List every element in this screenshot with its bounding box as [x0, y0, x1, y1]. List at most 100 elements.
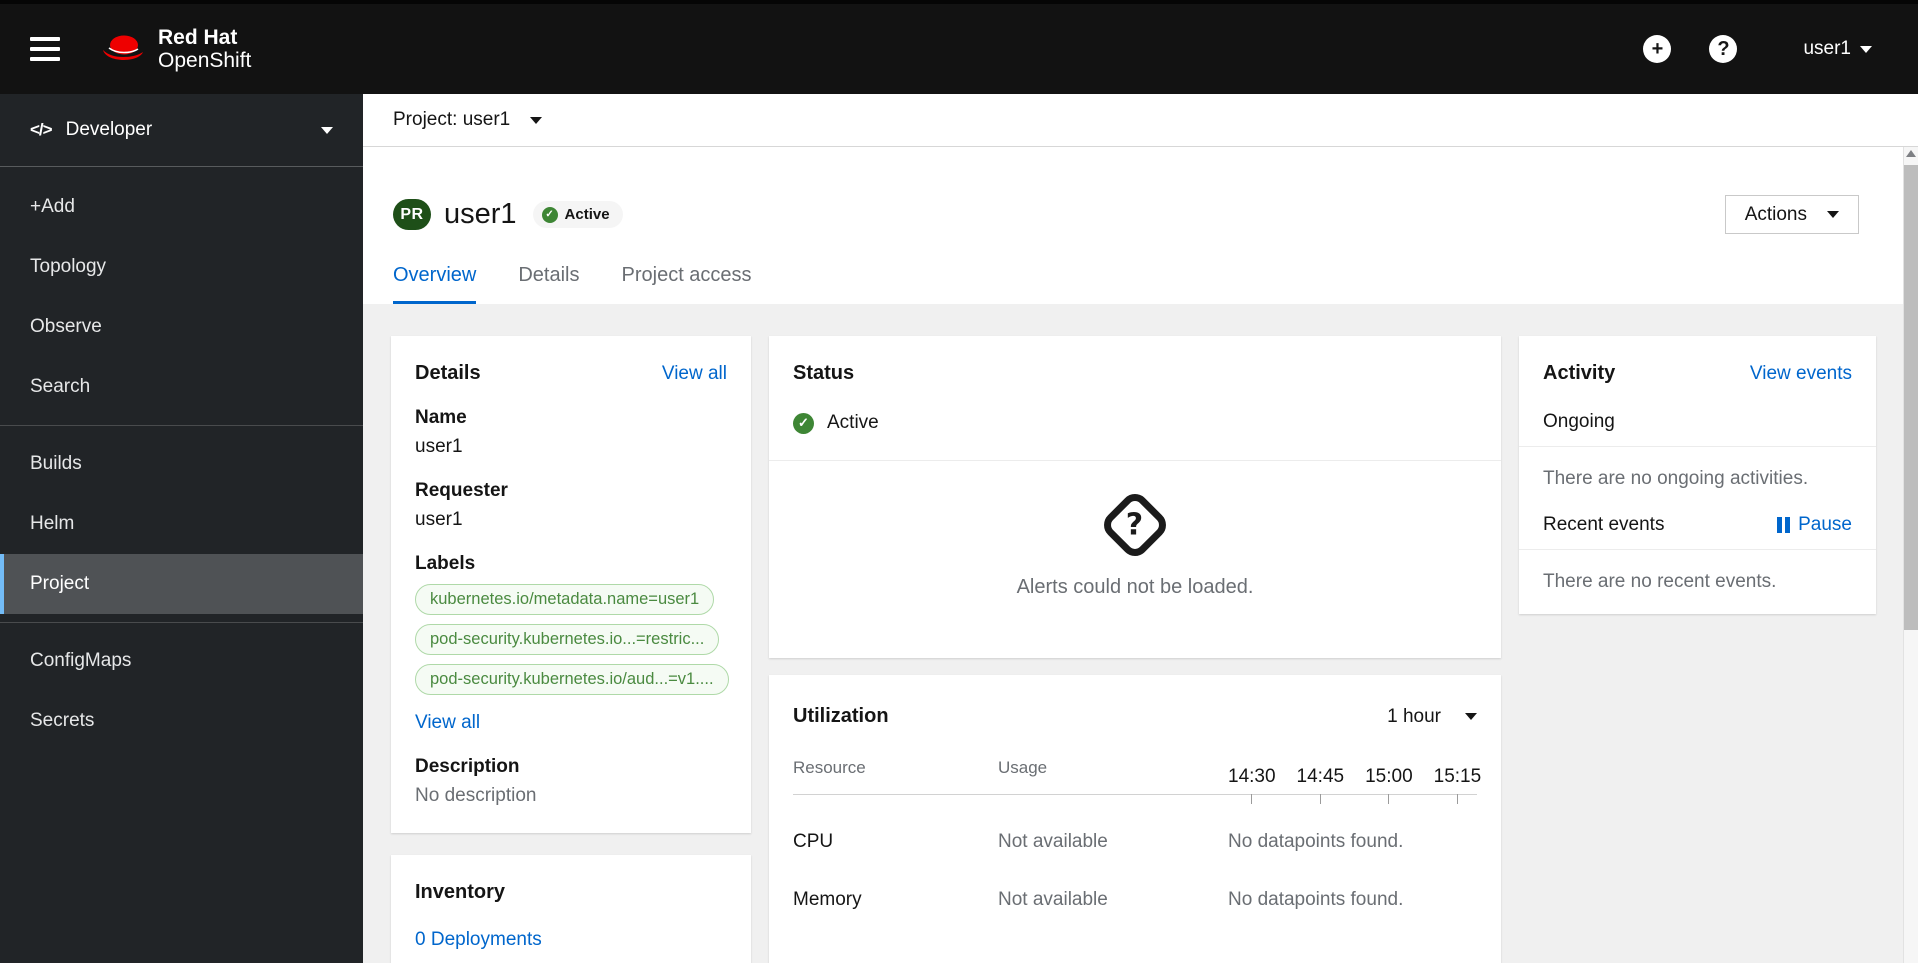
labels-heading: Labels	[415, 553, 476, 574]
chevron-down-icon	[530, 116, 543, 124]
alerts-message: Alerts could not be loaded.	[1016, 576, 1254, 598]
inventory-card: Inventory 0 Deployments	[391, 855, 751, 963]
duration-value: 1 hour	[1387, 705, 1441, 727]
perspective-switcher[interactable]: </> Developer	[0, 94, 363, 167]
sidebar-item-configmaps[interactable]: ConfigMaps	[0, 631, 363, 691]
brand-logo: Red Hat OpenShift	[100, 26, 251, 72]
status-badge-label: Active	[564, 206, 610, 223]
utilization-card-title: Utilization	[793, 705, 889, 727]
sidebar-item-builds[interactable]: Builds	[0, 434, 363, 494]
status-badge: ✓ Active	[532, 201, 623, 228]
perspective-label: Developer	[65, 119, 153, 140]
scrollbar-thumb[interactable]	[1904, 165, 1918, 630]
sidebar-divider	[0, 622, 363, 623]
time-tick-label: 15:00	[1365, 766, 1413, 787]
column-header-usage: Usage	[998, 758, 1048, 777]
field-value-requester: user1	[415, 509, 463, 530]
no-recent-message: There are no recent events.	[1543, 571, 1777, 592]
brand-line2: OpenShift	[158, 49, 252, 72]
deployments-count-link[interactable]: 0 Deployments	[415, 929, 542, 951]
axis-tick	[1456, 794, 1458, 804]
chevron-down-icon	[1827, 211, 1839, 218]
field-label-requester: Requester	[415, 480, 508, 501]
sidebar-item-observe[interactable]: Observe	[0, 297, 363, 357]
nav-toggle-icon[interactable]	[30, 37, 60, 61]
resource-datapoints: No datapoints found.	[1228, 889, 1404, 910]
actions-label: Actions	[1744, 203, 1807, 225]
question-circle-icon[interactable]: ?	[1709, 35, 1738, 63]
chevron-down-icon	[321, 126, 333, 134]
project-resource-badge: PR	[393, 199, 431, 230]
plus-circle-icon[interactable]: +	[1643, 35, 1672, 63]
utilization-row-memory: Memory Not available No datapoints found…	[793, 853, 1477, 911]
page-header: PR user1 ✓ Active Actions Overview Detai…	[363, 147, 1903, 304]
username: user1	[1803, 38, 1851, 59]
details-card-title: Details	[415, 362, 481, 384]
resource-usage: Not available	[998, 889, 1108, 910]
chevron-down-icon	[1860, 45, 1872, 53]
scrollbar-up-arrow-icon[interactable]	[1906, 150, 1916, 157]
tab-overview[interactable]: Overview	[393, 264, 477, 304]
column-header-resource: Resource	[793, 758, 866, 777]
sidebar-item-project[interactable]: Project	[0, 554, 363, 614]
resource-name: Memory	[793, 889, 862, 910]
scrollbar[interactable]	[1903, 147, 1918, 963]
label-chip[interactable]: pod-security.kubernetes.io/aud...=v1....	[415, 664, 729, 695]
project-selector-label: Project: user1	[393, 109, 511, 130]
field-value-name: user1	[415, 436, 463, 457]
sidebar-item-topology[interactable]: Topology	[0, 237, 363, 297]
pause-label: Pause	[1798, 514, 1852, 535]
tab-bar: Overview Details Project access	[393, 264, 1859, 304]
sidebar-divider	[0, 425, 363, 426]
tab-project-access[interactable]: Project access	[622, 264, 752, 304]
page-title: user1	[444, 198, 517, 230]
time-tick-label: 14:30	[1228, 766, 1276, 787]
time-tick-label: 14:45	[1296, 766, 1345, 787]
actions-dropdown-button[interactable]: Actions	[1724, 195, 1859, 234]
status-card-title: Status	[793, 362, 855, 384]
divider	[1519, 446, 1876, 447]
duration-dropdown[interactable]: 1 hour	[1387, 706, 1477, 728]
description-heading: Description	[415, 756, 520, 777]
resource-usage: Not available	[998, 831, 1108, 852]
description-value: No description	[415, 785, 537, 806]
code-icon: </>	[30, 120, 53, 139]
sidebar-item-helm[interactable]: Helm	[0, 494, 363, 554]
label-chip[interactable]: pod-security.kubernetes.io...=restric...	[415, 624, 720, 655]
chevron-down-icon	[1465, 713, 1477, 720]
sidebar-item-search[interactable]: Search	[0, 357, 363, 417]
field-label-name: Name	[415, 407, 467, 428]
no-ongoing-message: There are no ongoing activities.	[1543, 468, 1809, 489]
view-events-link[interactable]: View events	[1750, 363, 1852, 385]
masthead: Red Hat OpenShift + ? user1	[0, 0, 1918, 94]
label-chip[interactable]: kubernetes.io/metadata.name=user1	[415, 584, 715, 615]
axis-tick	[1388, 794, 1390, 804]
inventory-card-title: Inventory	[415, 881, 506, 903]
tab-details[interactable]: Details	[518, 264, 579, 304]
unknown-status-icon: ?	[1098, 488, 1172, 562]
utilization-card: Utilization 1 hour Resource Usage 14:30 …	[769, 675, 1501, 963]
check-circle-icon: ✓	[793, 412, 814, 434]
activity-card-title: Activity	[1543, 362, 1616, 384]
time-tick-label: 15:15	[1433, 766, 1482, 787]
check-circle-icon: ✓	[541, 206, 558, 223]
axis-tick	[1319, 794, 1321, 804]
details-card: Details View all Name user1 Requester us…	[391, 336, 751, 833]
labels-view-all-link[interactable]: View all	[415, 712, 480, 734]
details-view-all-link[interactable]: View all	[662, 363, 727, 385]
redhat-fedora-icon	[103, 35, 143, 60]
project-selector[interactable]: Project: user1	[363, 94, 1918, 147]
resource-datapoints: No datapoints found.	[1228, 831, 1404, 852]
divider	[1519, 549, 1876, 550]
pause-events-button[interactable]: Pause	[1777, 514, 1852, 536]
user-menu[interactable]: user1	[1803, 38, 1872, 60]
status-value: Active	[827, 412, 879, 433]
sidebar-item-secrets[interactable]: Secrets	[0, 691, 363, 751]
resource-name: CPU	[793, 831, 834, 852]
time-axis: 14:30 14:45 15:00 15:15	[1228, 766, 1482, 804]
brand-line1: Red Hat	[158, 26, 238, 49]
sidebar-item-add[interactable]: +Add	[0, 177, 363, 237]
axis-tick	[1251, 794, 1253, 804]
recent-events-heading: Recent events	[1543, 514, 1665, 535]
pause-icon	[1777, 517, 1791, 533]
